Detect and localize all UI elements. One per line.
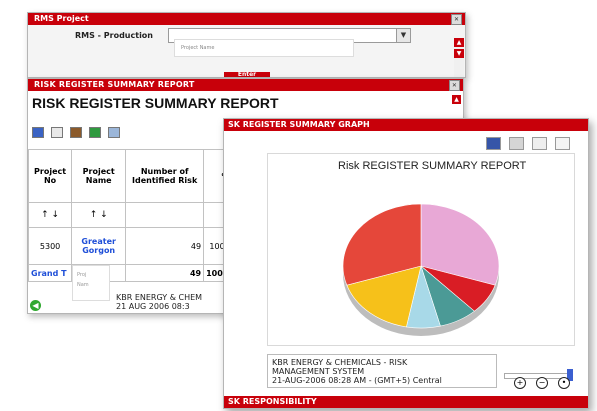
report-footer-line1: KBR ENERGY & CHEM bbox=[116, 293, 203, 302]
edit-icon[interactable] bbox=[32, 127, 44, 138]
excel-icon[interactable] bbox=[89, 127, 102, 138]
report-footer-line2: 21 AUG 2006 08:3 bbox=[116, 302, 190, 311]
col-project-no[interactable]: Project No bbox=[28, 149, 73, 203]
sort-arrows[interactable]: ↑ ↓ bbox=[71, 202, 127, 228]
email-icon[interactable] bbox=[108, 127, 121, 138]
graph-footer-line3: 21-AUG-2006 08:28 AM - (GMT+5) Central bbox=[272, 376, 442, 385]
graph-footer-line1: KBR ENERGY & CHEMICALS - RISK bbox=[272, 358, 408, 367]
mini-tooltip-line: Proj bbox=[77, 272, 87, 278]
pdf-icon[interactable] bbox=[70, 127, 83, 138]
page-title: RISK REGISTER SUMMARY REPORT bbox=[32, 95, 279, 111]
graph-footer-line2: MANAGEMENT SYSTEM bbox=[272, 367, 365, 376]
project-label: RMS - Production bbox=[75, 31, 153, 40]
zoom-reset-icon[interactable]: • bbox=[558, 377, 570, 389]
rms-project-titlebar: RMS Project ✕ bbox=[28, 13, 465, 25]
pie-chart bbox=[342, 203, 500, 336]
mini-tooltip: Proj Nam bbox=[72, 265, 110, 301]
report-footer: KBR ENERGY & CHEM 21 AUG 2006 08:3 bbox=[116, 293, 202, 311]
risk-responsibility-title: SK RESPONSIBILITY bbox=[228, 397, 317, 406]
col-project-name[interactable]: Project Name bbox=[71, 149, 127, 203]
chart-type-icon[interactable] bbox=[485, 137, 501, 150]
project-tooltip: Project Name bbox=[174, 39, 354, 57]
vertical-scrollbar[interactable]: ▲ ▼ bbox=[454, 38, 464, 77]
rms-project-body: RMS - Production ▼ Project Name Enter ▲ … bbox=[28, 25, 465, 77]
mini-tooltip-line: Nam bbox=[77, 282, 89, 288]
zoom-in-icon[interactable]: + bbox=[514, 377, 526, 389]
refresh-icon[interactable] bbox=[508, 137, 524, 150]
risk-responsibility-bar: SK RESPONSIBILITY bbox=[224, 396, 588, 408]
scroll-down-icon[interactable]: ▼ bbox=[454, 49, 464, 58]
total-count: 49 bbox=[125, 264, 205, 282]
table-row-total: Grand T 49 100.00% bbox=[28, 264, 248, 282]
scroll-up-icon[interactable]: ▲ bbox=[454, 38, 464, 47]
print-icon[interactable] bbox=[51, 127, 64, 138]
scroll-up-icon[interactable]: ▲ bbox=[452, 95, 461, 104]
cell-project-name-link[interactable]: Greater Gorgon bbox=[71, 227, 127, 265]
col-identified-risk[interactable]: Number of Identified Risk bbox=[125, 149, 205, 203]
zoom-out-icon[interactable]: − bbox=[536, 377, 548, 389]
close-icon[interactable]: ✕ bbox=[449, 80, 460, 91]
table-row: 5300 Greater Gorgon 49 100.00% bbox=[28, 227, 248, 265]
graph-toolbar bbox=[483, 135, 570, 154]
pie-chart-panel: Risk REGISTER SUMMARY REPORT bbox=[267, 153, 575, 346]
graph-footer: KBR ENERGY & CHEMICALS - RISK MANAGEMENT… bbox=[267, 354, 497, 388]
grand-total-link[interactable]: Grand T bbox=[28, 264, 73, 282]
risk-graph-window: SK REGISTER SUMMARY GRAPH Risk REGISTER … bbox=[223, 118, 589, 409]
risk-report-titlebar: RISK REGISTER SUMMARY REPORT ✕ bbox=[28, 79, 463, 91]
risk-graph-title: SK REGISTER SUMMARY GRAPH bbox=[228, 120, 370, 129]
cell-project-no: 5300 bbox=[28, 227, 73, 265]
rms-project-title: RMS Project bbox=[34, 14, 89, 23]
chevron-down-icon[interactable]: ▼ bbox=[396, 29, 410, 42]
risk-report-title: RISK REGISTER SUMMARY REPORT bbox=[34, 80, 195, 89]
rms-project-window: RMS Project ✕ RMS - Production ▼ Project… bbox=[27, 12, 466, 78]
summary-table: Project No Project Name Number of Identi… bbox=[28, 149, 248, 282]
sort-arrows[interactable]: ↑ ↓ bbox=[28, 202, 73, 228]
sort-cell bbox=[125, 202, 205, 228]
print-icon[interactable] bbox=[555, 137, 570, 150]
cell-count: 49 bbox=[125, 227, 205, 265]
back-arrow-icon[interactable]: ◀ bbox=[30, 300, 41, 311]
close-icon[interactable]: ✕ bbox=[451, 14, 462, 25]
export-icon[interactable] bbox=[531, 137, 547, 150]
report-toolbar bbox=[32, 123, 122, 142]
risk-graph-titlebar: SK REGISTER SUMMARY GRAPH bbox=[224, 119, 588, 131]
